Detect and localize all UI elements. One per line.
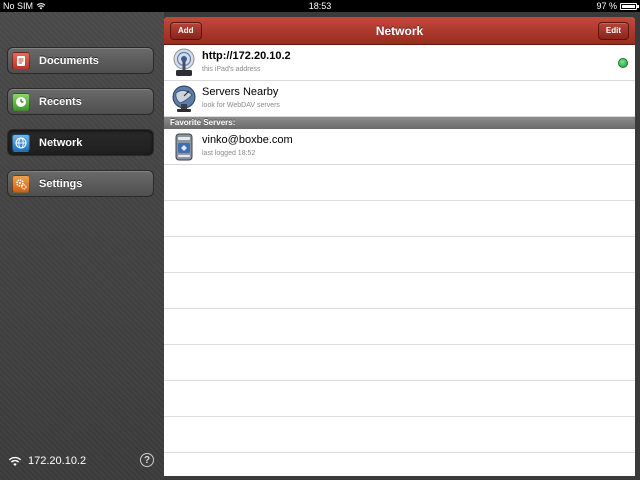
satellite-dish-icon [172,85,196,112]
main-panel: Network Add Edit http://172.20.10.2 this… [164,17,635,476]
empty-row [164,165,635,201]
sidebar-item-documents[interactable]: Documents [7,47,154,74]
empty-row [164,417,635,453]
empty-row [164,273,635,309]
status-time: 18:53 [308,1,332,11]
navigation-bar: Network Add Edit [164,17,635,45]
section-header-favorites: Favorite Servers: [164,117,635,129]
documents-icon [12,51,30,70]
server-broadcast-icon [173,48,195,76]
sidebar-item-settings[interactable]: Settings [7,170,154,197]
battery-icon [620,2,639,10]
wifi-icon [8,456,22,466]
sidebar-footer: 172.20.10.2 ? [8,452,156,470]
row-title: Servers Nearby [202,86,279,98]
row-title: vinko@boxbe.com [202,134,293,146]
empty-row [164,201,635,237]
sidebar-item-label: Documents [39,54,99,67]
empty-row [164,381,635,417]
status-right: 97 % [596,0,639,12]
battery-fill [622,4,635,8]
add-button[interactable]: Add [170,22,202,40]
device-ip-address: 172.20.10.2 [28,455,87,467]
sidebar-item-network[interactable]: Network [7,129,154,156]
help-button[interactable]: ? [140,453,154,467]
edit-button[interactable]: Edit [597,22,629,40]
row-subtitle: this iPad's address [202,66,261,73]
battery-percent: 97 % [596,1,617,11]
sidebar-item-label: Recents [39,95,82,108]
status-bar: No SIM 18:53 97 % [0,0,640,12]
empty-row [164,237,635,273]
empty-row [164,309,635,345]
sidebar-item-recents[interactable]: Recents [7,88,154,115]
sidebar-item-label: Settings [39,177,83,190]
gears-icon [12,174,30,193]
page-title: Network [375,24,424,38]
sidebar: Documents Recents Network Settings 172.2… [0,12,164,480]
row-title: http://172.20.10.2 [202,50,291,62]
row-subtitle: look for WebDAV servers [202,102,280,109]
online-status-icon [618,58,628,68]
list-item-servers-nearby[interactable]: Servers Nearby look for WebDAV servers [164,81,635,117]
clock-icon [12,92,30,111]
list-item-local-address[interactable]: http://172.20.10.2 this iPad's address [164,45,635,81]
globe-icon [12,133,30,152]
row-subtitle: last logged 18:52 [202,150,256,157]
sidebar-item-label: Network [39,136,83,149]
drive-icon [175,133,193,161]
list-item-favorite-server[interactable]: vinko@boxbe.com last logged 18:52 [164,129,635,165]
empty-row [164,345,635,381]
